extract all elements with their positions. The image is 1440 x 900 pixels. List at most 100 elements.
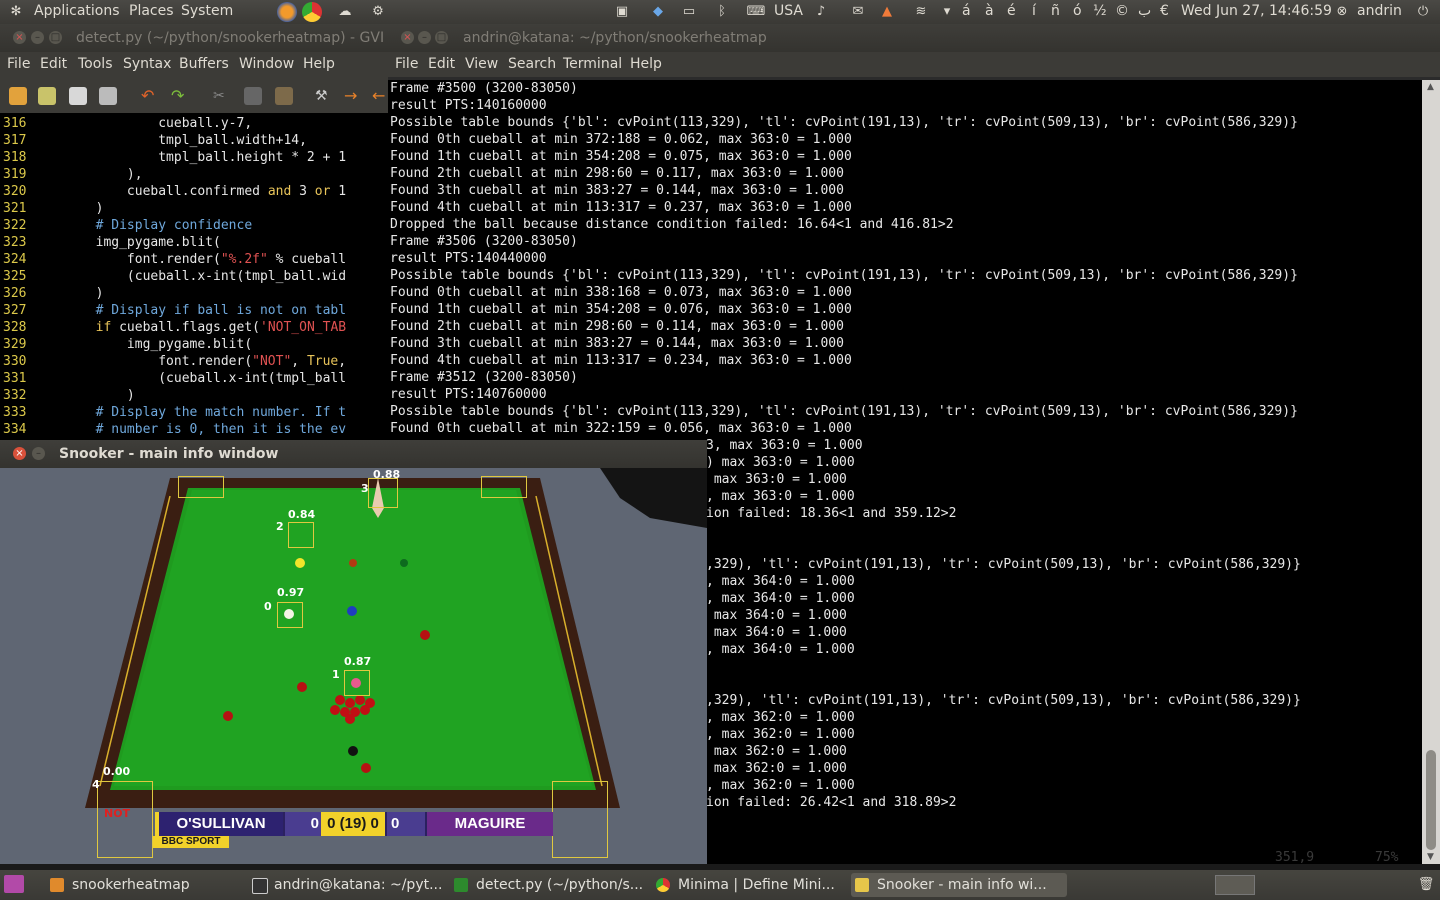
- minimize-icon[interactable]: –: [31, 31, 44, 44]
- terminal-menu-terminal[interactable]: Terminal: [563, 56, 622, 72]
- gvim-menu-buffers[interactable]: Buffers: [179, 56, 229, 72]
- menu-places[interactable]: Places: [129, 3, 174, 19]
- tools-launcher-icon[interactable]: ⚙: [368, 2, 388, 22]
- firefox-launcher-icon[interactable]: [277, 2, 297, 22]
- gvim-menu-edit[interactable]: Edit: [40, 56, 67, 72]
- code-line[interactable]: 330 font.render("NOT", True,: [0, 353, 388, 370]
- chat-launcher-icon[interactable]: ☁: [335, 2, 355, 22]
- taskbar-item-browser[interactable]: Minima | Define Mini...: [652, 873, 868, 897]
- wifi-icon[interactable]: ≋: [911, 2, 931, 22]
- bluetooth-icon[interactable]: ᛒ: [712, 2, 732, 22]
- find-next-icon[interactable]: →: [344, 87, 362, 105]
- code-line[interactable]: 327 # Display if ball is not on tabl: [0, 302, 388, 319]
- accent-char-10[interactable]: €: [1160, 3, 1169, 19]
- clock[interactable]: Wed Jun 27, 14:46:59: [1181, 3, 1332, 19]
- accent-char-4[interactable]: í: [1032, 3, 1036, 19]
- dropdown-chevron-icon[interactable]: ▾: [937, 2, 957, 22]
- snooker-titlebar[interactable]: × – Snooker - main info window: [0, 440, 707, 468]
- terminal-menu-search[interactable]: Search: [508, 56, 556, 72]
- terminal-menu-help[interactable]: Help: [630, 56, 662, 72]
- accent-char-9[interactable]: ب: [1138, 3, 1151, 19]
- taskbar-item-gvim[interactable]: detect.py (~/python/s...: [450, 873, 670, 897]
- accent-char-3[interactable]: é: [1007, 3, 1016, 19]
- code-line[interactable]: 317 tmpl_ball.width+14,: [0, 132, 388, 149]
- keyboard-layout[interactable]: USA: [774, 3, 803, 19]
- print-icon[interactable]: [99, 87, 117, 105]
- redo-icon[interactable]: ↷: [171, 87, 189, 105]
- code-line[interactable]: 320 cueball.confirmed and 3 or 1: [0, 183, 388, 200]
- cut-icon[interactable]: ✂: [213, 87, 231, 105]
- taskbar-item-terminal[interactable]: andrin@katana: ~/pyt...: [248, 873, 468, 897]
- taskbar-item-snooker[interactable]: Snooker - main info wi...: [851, 873, 1067, 897]
- code-line[interactable]: 318 tmpl_ball.height * 2 + 1: [0, 149, 388, 166]
- scroll-up-arrow-icon[interactable]: ▲: [1427, 82, 1434, 92]
- close-icon[interactable]: ×: [13, 447, 26, 460]
- gvim-menu-tools[interactable]: Tools: [78, 56, 113, 72]
- code-line[interactable]: 329 img_pygame.blit(: [0, 336, 388, 353]
- code-editor[interactable]: 316 cueball.y-7, 317 tmpl_ball.width+14, 3…: [0, 115, 388, 440]
- code-line[interactable]: 322 # Display confidence: [0, 217, 388, 234]
- paste-icon[interactable]: [275, 87, 293, 105]
- terminal-titlebar[interactable]: × – □ andrin@katana: ~/python/snookerhea…: [388, 24, 1440, 52]
- code-line[interactable]: 323 img_pygame.blit(: [0, 234, 388, 251]
- gvim-menu-window[interactable]: Window: [239, 56, 294, 72]
- trash-icon[interactable]: 🗑: [1416, 875, 1436, 895]
- gvim-titlebar[interactable]: × – □ detect.py (~/python/snookerheatmap…: [0, 24, 388, 52]
- taskbar-item-files[interactable]: snookerheatmap: [46, 873, 262, 897]
- terminal-scrollbar[interactable]: ▲ ▼: [1422, 80, 1440, 864]
- undo-icon[interactable]: ↶: [141, 87, 159, 105]
- minimize-icon[interactable]: –: [418, 31, 431, 44]
- code-line[interactable]: 316 cueball.y-7,: [0, 115, 388, 132]
- terminal-menu-edit[interactable]: Edit: [428, 56, 455, 72]
- accent-char-8[interactable]: ©: [1115, 3, 1129, 19]
- code-line[interactable]: 325 (cueball.x-int(tmpl_ball.wid: [0, 268, 388, 285]
- dropbox-icon[interactable]: ◆: [648, 2, 668, 22]
- accent-char-7[interactable]: ½: [1093, 3, 1107, 19]
- close-icon[interactable]: ×: [13, 31, 26, 44]
- code-line[interactable]: 324 font.render("%.2f" % cueball: [0, 251, 388, 268]
- power-icon[interactable]: ⏻: [1413, 2, 1433, 22]
- terminal-menu-view[interactable]: View: [465, 56, 498, 72]
- accent-char-5[interactable]: ñ: [1051, 3, 1060, 19]
- gvim-menu-file[interactable]: File: [7, 56, 30, 72]
- find-prev-icon[interactable]: ←: [372, 87, 388, 105]
- scrollbar-thumb[interactable]: [1426, 750, 1436, 850]
- mail-icon[interactable]: ✉: [848, 2, 868, 22]
- show-desktop-icon[interactable]: [4, 875, 24, 893]
- open-file-icon[interactable]: [9, 87, 27, 105]
- maximize-icon[interactable]: □: [435, 31, 448, 44]
- chrome-launcher-icon[interactable]: [302, 2, 322, 22]
- save-file-icon[interactable]: [38, 87, 56, 105]
- notification-icon[interactable]: ▲: [877, 2, 897, 22]
- user-name[interactable]: andrin: [1357, 3, 1402, 19]
- terminal-menu-file[interactable]: File: [395, 56, 418, 72]
- find-replace-icon[interactable]: ⚒: [315, 87, 333, 105]
- gvim-menu-help[interactable]: Help: [303, 56, 335, 72]
- code-line[interactable]: 333 # Display the match number. If t: [0, 404, 388, 421]
- code-line[interactable]: 331 (cueball.x-int(tmpl_ball: [0, 370, 388, 387]
- user-status-icon[interactable]: ⊗: [1332, 2, 1352, 22]
- workspace-switcher[interactable]: [1215, 875, 1255, 895]
- code-line[interactable]: 334 # number is 0, then it is the ev: [0, 421, 388, 438]
- scroll-down-arrow-icon[interactable]: ▼: [1427, 852, 1434, 862]
- code-line[interactable]: 328 if cueball.flags.get('NOT_ON_TAB: [0, 319, 388, 336]
- menu-applications[interactable]: Applications: [34, 3, 120, 19]
- terminal-indicator-icon[interactable]: ▣: [612, 2, 632, 22]
- copy-icon[interactable]: [244, 87, 262, 105]
- accent-char-1[interactable]: á: [962, 3, 971, 19]
- keyboard-icon[interactable]: ⌨: [746, 2, 766, 22]
- accent-char-2[interactable]: à: [985, 3, 994, 19]
- gvim-menu-syntax[interactable]: Syntax: [123, 56, 171, 72]
- code-line[interactable]: 332 ): [0, 387, 388, 404]
- maximize-icon[interactable]: □: [49, 31, 62, 44]
- display-icon[interactable]: ▭: [679, 2, 699, 22]
- ubuntu-logo-icon[interactable]: ✻: [6, 2, 26, 22]
- save-all-icon[interactable]: [69, 87, 87, 105]
- minimize-icon[interactable]: –: [32, 447, 45, 460]
- menu-system[interactable]: System: [181, 3, 233, 19]
- volume-icon[interactable]: ♪: [811, 2, 831, 22]
- code-line[interactable]: 326 ): [0, 285, 388, 302]
- code-line[interactable]: 319 ),: [0, 166, 388, 183]
- close-icon[interactable]: ×: [401, 31, 414, 44]
- code-line[interactable]: 321 ): [0, 200, 388, 217]
